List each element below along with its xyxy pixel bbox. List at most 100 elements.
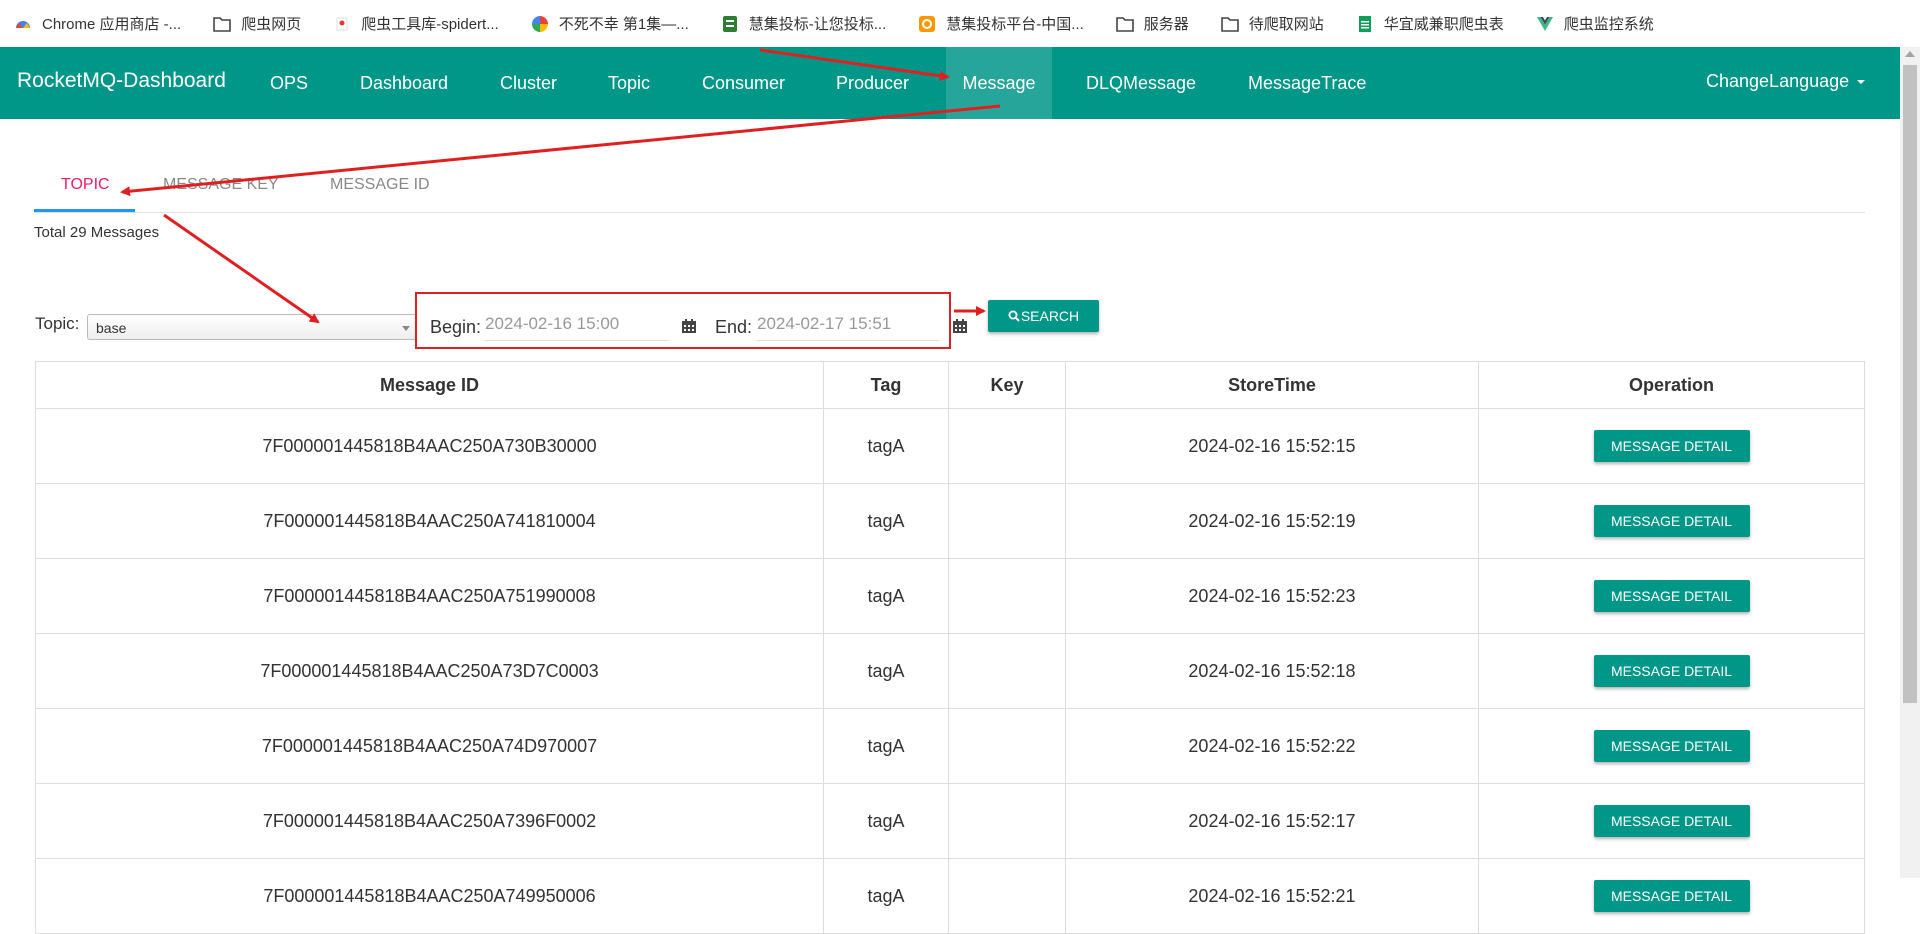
message-detail-button[interactable]: MESSAGE DETAIL — [1593, 430, 1750, 462]
topic-label: Topic: — [35, 314, 80, 333]
storetime-cell: 2024-02-16 15:52:21 — [1065, 858, 1479, 934]
nav-cluster[interactable]: Cluster — [484, 47, 573, 119]
bookmark-huiji[interactable]: 慧集投标-让您投标... — [721, 13, 886, 34]
search-mode-tabs: TOPIC MESSAGE KEY MESSAGE ID — [34, 160, 1865, 213]
message-id-cell: 7F000001445818B4AAC250A751990008 — [35, 558, 824, 634]
folder-icon — [1115, 15, 1134, 33]
dropdown-arrow-icon — [402, 326, 410, 331]
active-tab-indicator — [34, 209, 135, 212]
messages-table: Message ID Tag Key StoreTime Operation 7… — [35, 361, 1865, 934]
header-operation: Operation — [1478, 361, 1865, 409]
table-row: 7F000001445818B4AAC250A741810004 tagA 20… — [35, 483, 1865, 559]
huiji-icon — [721, 15, 739, 33]
message-id-cell: 7F000001445818B4AAC250A74D970007 — [35, 708, 824, 784]
bookmark-servers[interactable]: 服务器 — [1115, 13, 1189, 34]
topic-select[interactable]: base — [87, 314, 417, 340]
chrome-webstore-icon — [14, 15, 32, 33]
tag-cell: tagA — [823, 783, 949, 859]
nav-dashboard[interactable]: Dashboard — [344, 47, 464, 119]
bookmark-video[interactable]: 不死不幸 第1集—... — [531, 13, 689, 34]
vue-icon — [1536, 15, 1554, 33]
bookmark-sheet[interactable]: 华宜威兼职爬虫表 — [1356, 13, 1504, 34]
storetime-cell: 2024-02-16 15:52:17 — [1065, 783, 1479, 859]
storetime-cell: 2024-02-16 15:52:18 — [1065, 633, 1479, 709]
table-row: 7F000001445818B4AAC250A73D7C0003 tagA 20… — [35, 633, 1865, 709]
change-language-dropdown[interactable]: ChangeLanguage — [1706, 71, 1866, 92]
scrollbar-thumb[interactable] — [1903, 65, 1917, 703]
nav-consumer[interactable]: Consumer — [686, 47, 801, 119]
header-key: Key — [948, 361, 1066, 409]
scroll-up-arrow-icon[interactable] — [1905, 51, 1915, 57]
nav-message[interactable]: Message — [946, 47, 1052, 119]
message-detail-button[interactable]: MESSAGE DETAIL — [1593, 655, 1750, 687]
key-cell — [948, 708, 1066, 784]
key-cell — [948, 483, 1066, 559]
header-storetime: StoreTime — [1065, 361, 1479, 409]
spider-tool-icon — [333, 15, 351, 33]
operation-cell: MESSAGE DETAIL — [1478, 633, 1865, 709]
bookmark-monitor[interactable]: 爬虫监控系统 — [1536, 13, 1654, 34]
nav-messagetrace[interactable]: MessageTrace — [1232, 47, 1382, 119]
storetime-cell: 2024-02-16 15:52:15 — [1065, 408, 1479, 484]
storetime-cell: 2024-02-16 15:52:19 — [1065, 483, 1479, 559]
operation-cell: MESSAGE DETAIL — [1478, 858, 1865, 934]
table-row: 7F000001445818B4AAC250A7396F0002 tagA 20… — [35, 783, 1865, 859]
date-range-highlight — [415, 292, 951, 349]
header-tag: Tag — [823, 361, 949, 409]
bookmark-spider-pages[interactable]: 爬虫网页 — [213, 13, 301, 34]
search-button[interactable]: SEARCH — [988, 300, 1099, 332]
key-cell — [948, 783, 1066, 859]
total-messages-count: Total 29 Messages — [34, 224, 160, 241]
tab-message-key[interactable]: MESSAGE KEY — [163, 176, 279, 194]
page-scrollbar[interactable] — [1900, 47, 1920, 878]
operation-cell: MESSAGE DETAIL — [1478, 783, 1865, 859]
topic-select-value: base — [96, 320, 127, 336]
tag-cell: tagA — [823, 408, 949, 484]
tag-cell: tagA — [823, 633, 949, 709]
operation-cell: MESSAGE DETAIL — [1478, 708, 1865, 784]
nav-dlqmessage[interactable]: DLQMessage — [1070, 47, 1212, 119]
table-row: 7F000001445818B4AAC250A730B30000 tagA 20… — [35, 408, 1865, 484]
operation-cell: MESSAGE DETAIL — [1478, 558, 1865, 634]
storetime-cell: 2024-02-16 15:52:22 — [1065, 708, 1479, 784]
tag-cell: tagA — [823, 708, 949, 784]
change-language-label: ChangeLanguage — [1706, 71, 1850, 91]
message-id-cell: 7F000001445818B4AAC250A7396F0002 — [35, 783, 824, 859]
arrow-to-topic-select — [163, 213, 320, 324]
operation-cell: MESSAGE DETAIL — [1478, 408, 1865, 484]
key-cell — [948, 633, 1066, 709]
message-detail-button[interactable]: MESSAGE DETAIL — [1593, 880, 1750, 912]
bookmark-chrome-webstore[interactable]: Chrome 应用商店 -... — [14, 13, 181, 34]
key-cell — [948, 558, 1066, 634]
key-cell — [948, 858, 1066, 934]
table-row: 7F000001445818B4AAC250A74D970007 tagA 20… — [35, 708, 1865, 784]
folder-icon — [213, 15, 231, 33]
search-icon — [1008, 310, 1020, 322]
brand-title[interactable]: RocketMQ-Dashboard — [17, 69, 226, 93]
message-detail-button[interactable]: MESSAGE DETAIL — [1593, 805, 1750, 837]
message-id-cell: 7F000001445818B4AAC250A749950006 — [35, 858, 824, 934]
table-row: 7F000001445818B4AAC250A751990008 tagA 20… — [35, 558, 1865, 634]
bookmark-to-crawl[interactable]: 待爬取网站 — [1220, 13, 1324, 34]
top-navbar: RocketMQ-Dashboard OPS Dashboard Cluster… — [0, 47, 1900, 119]
header-message-id: Message ID — [35, 361, 824, 409]
key-cell — [948, 408, 1066, 484]
message-detail-button[interactable]: MESSAGE DETAIL — [1593, 730, 1750, 762]
pinwheel-icon — [531, 15, 549, 33]
message-id-cell: 7F000001445818B4AAC250A741810004 — [35, 483, 824, 559]
bookmark-spider-tools[interactable]: 爬虫工具库-spidert... — [333, 13, 499, 34]
message-detail-button[interactable]: MESSAGE DETAIL — [1593, 505, 1750, 537]
nav-ops[interactable]: OPS — [254, 47, 324, 119]
calendar-icon[interactable] — [952, 319, 968, 334]
tab-topic[interactable]: TOPIC — [61, 176, 110, 194]
storetime-cell: 2024-02-16 15:52:23 — [1065, 558, 1479, 634]
table-header-row: Message ID Tag Key StoreTime Operation — [35, 361, 1865, 409]
nav-topic[interactable]: Topic — [592, 47, 666, 119]
bookmark-huiji-platform[interactable]: 慧集投标平台-中国... — [918, 13, 1084, 34]
message-id-cell: 7F000001445818B4AAC250A730B30000 — [35, 408, 824, 484]
caret-down-icon — [1857, 80, 1866, 85]
nav-producer[interactable]: Producer — [820, 47, 925, 119]
table-row: 7F000001445818B4AAC250A749950006 tagA 20… — [35, 858, 1865, 934]
message-detail-button[interactable]: MESSAGE DETAIL — [1593, 580, 1750, 612]
tab-message-id[interactable]: MESSAGE ID — [330, 176, 430, 194]
